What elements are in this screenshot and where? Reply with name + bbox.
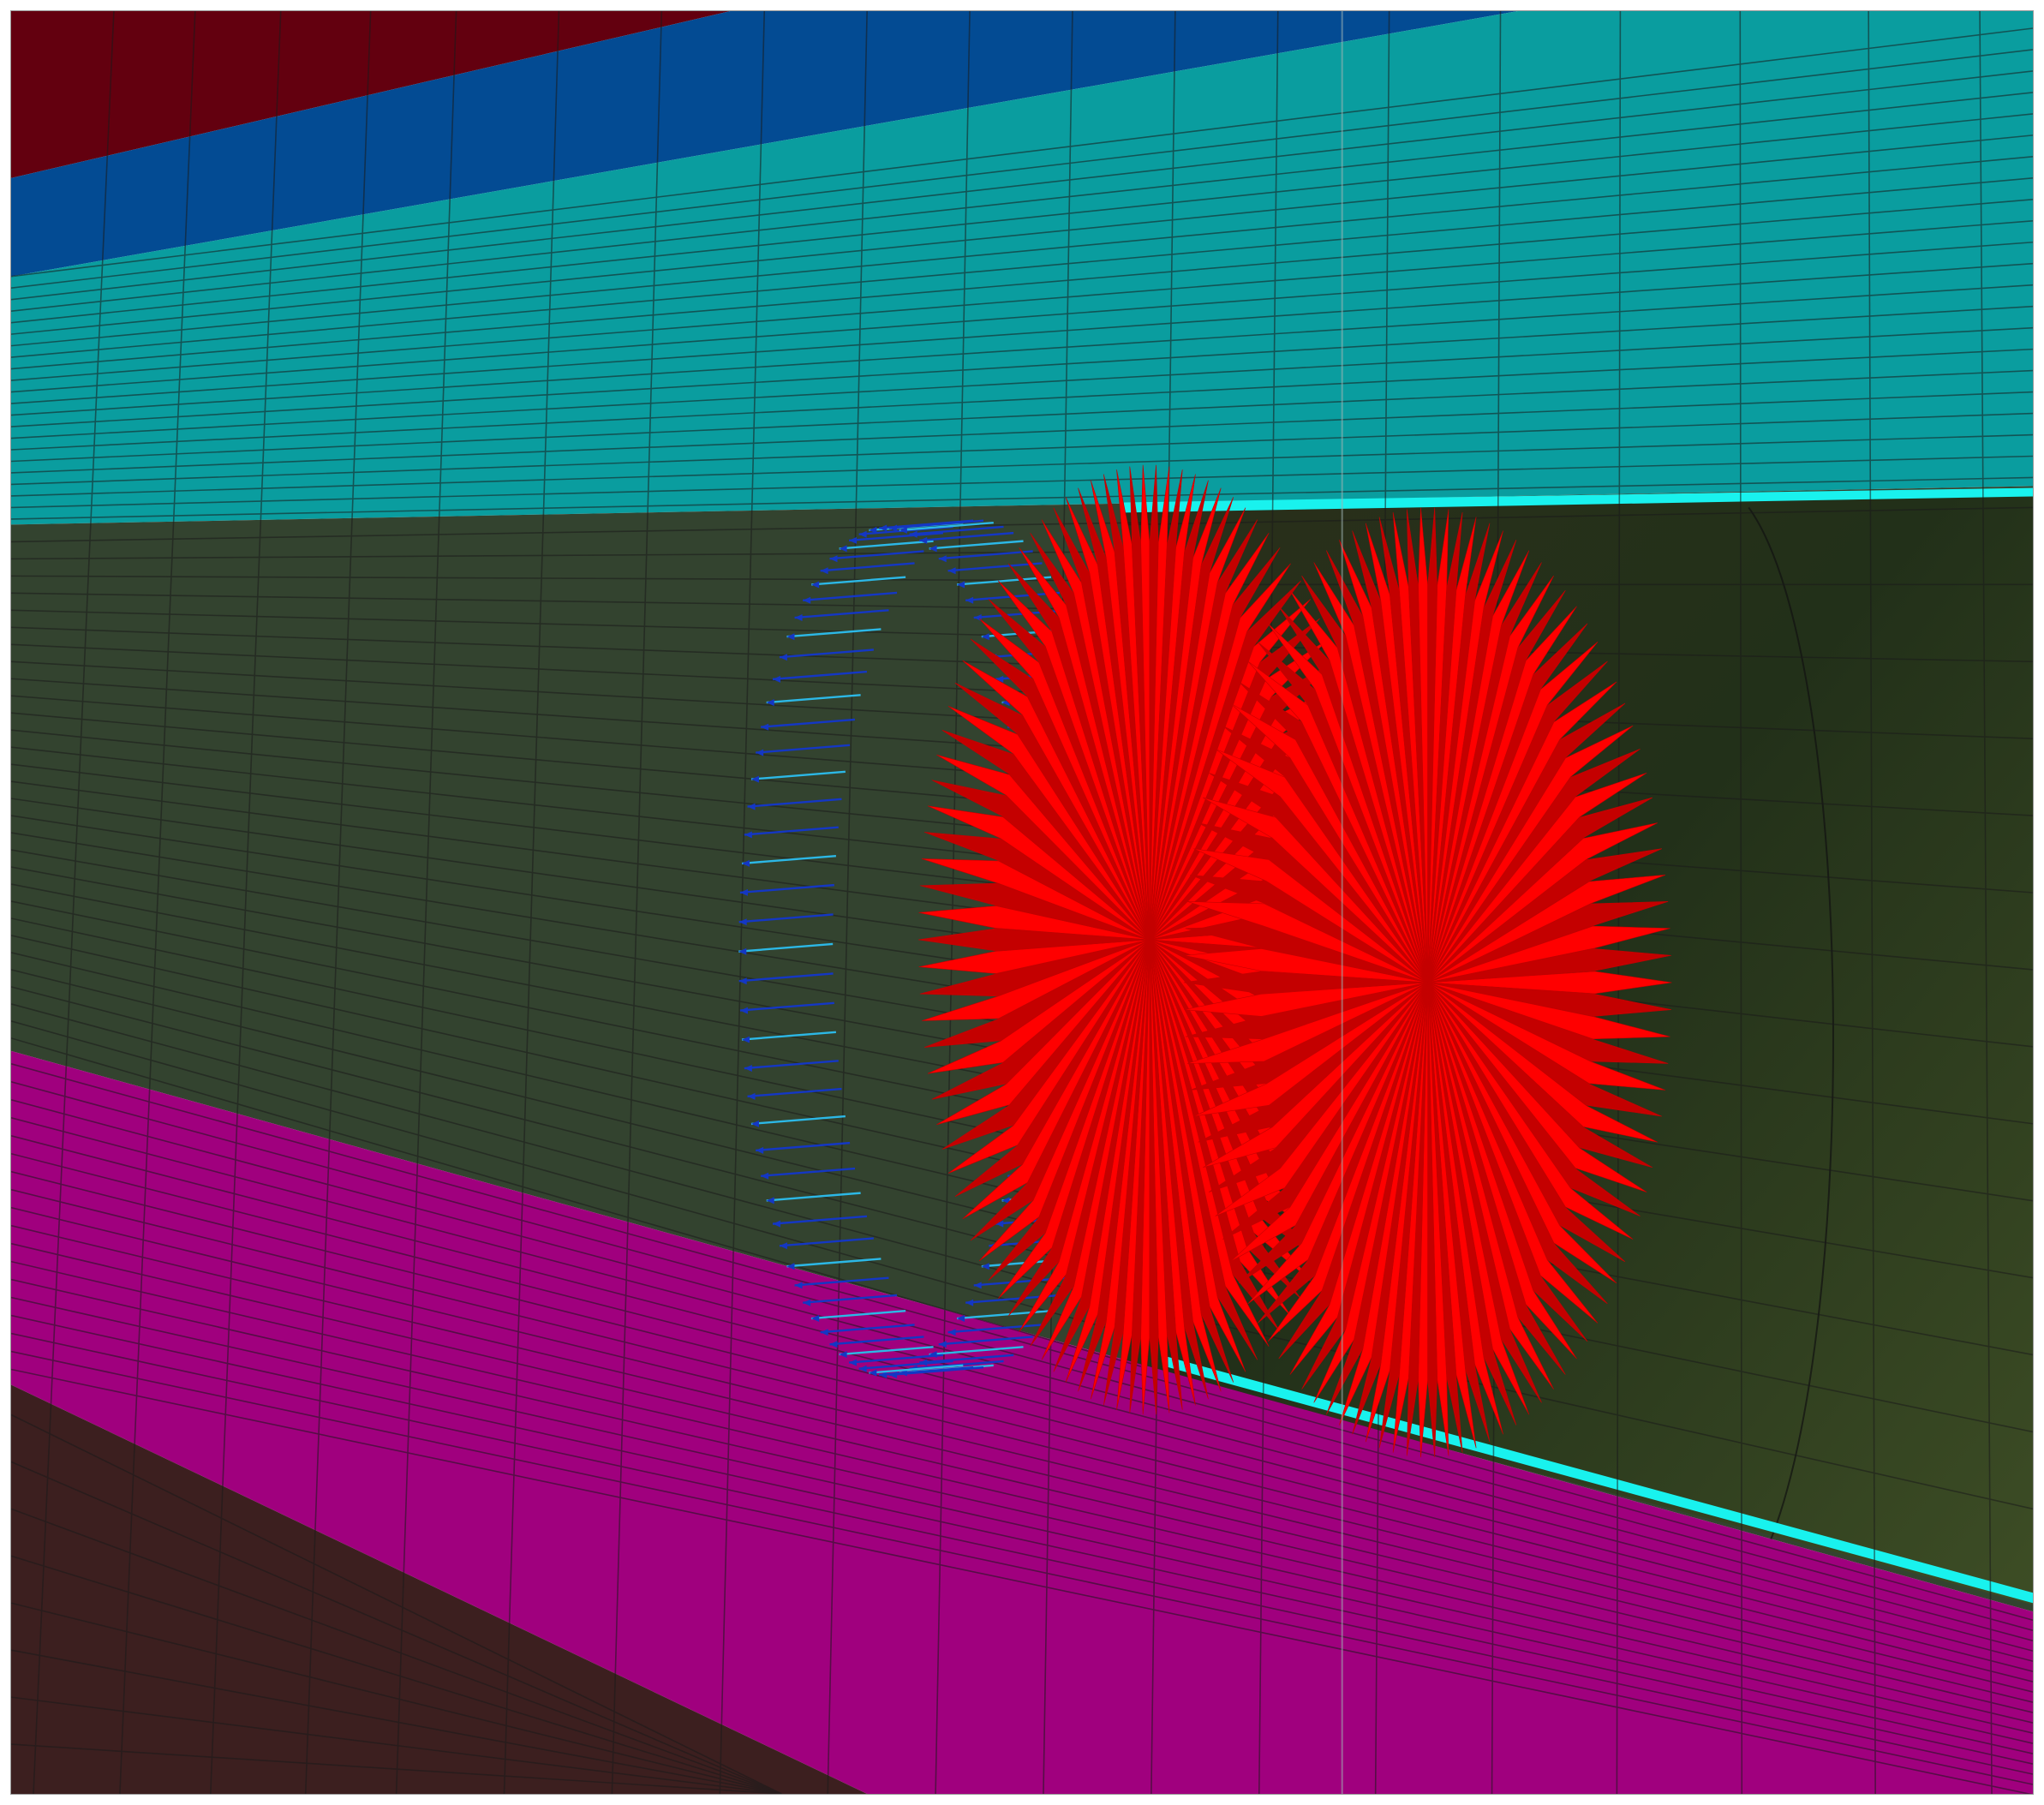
- mesh-viewport: [10, 10, 2034, 1795]
- mesh-scene: [11, 11, 2033, 1794]
